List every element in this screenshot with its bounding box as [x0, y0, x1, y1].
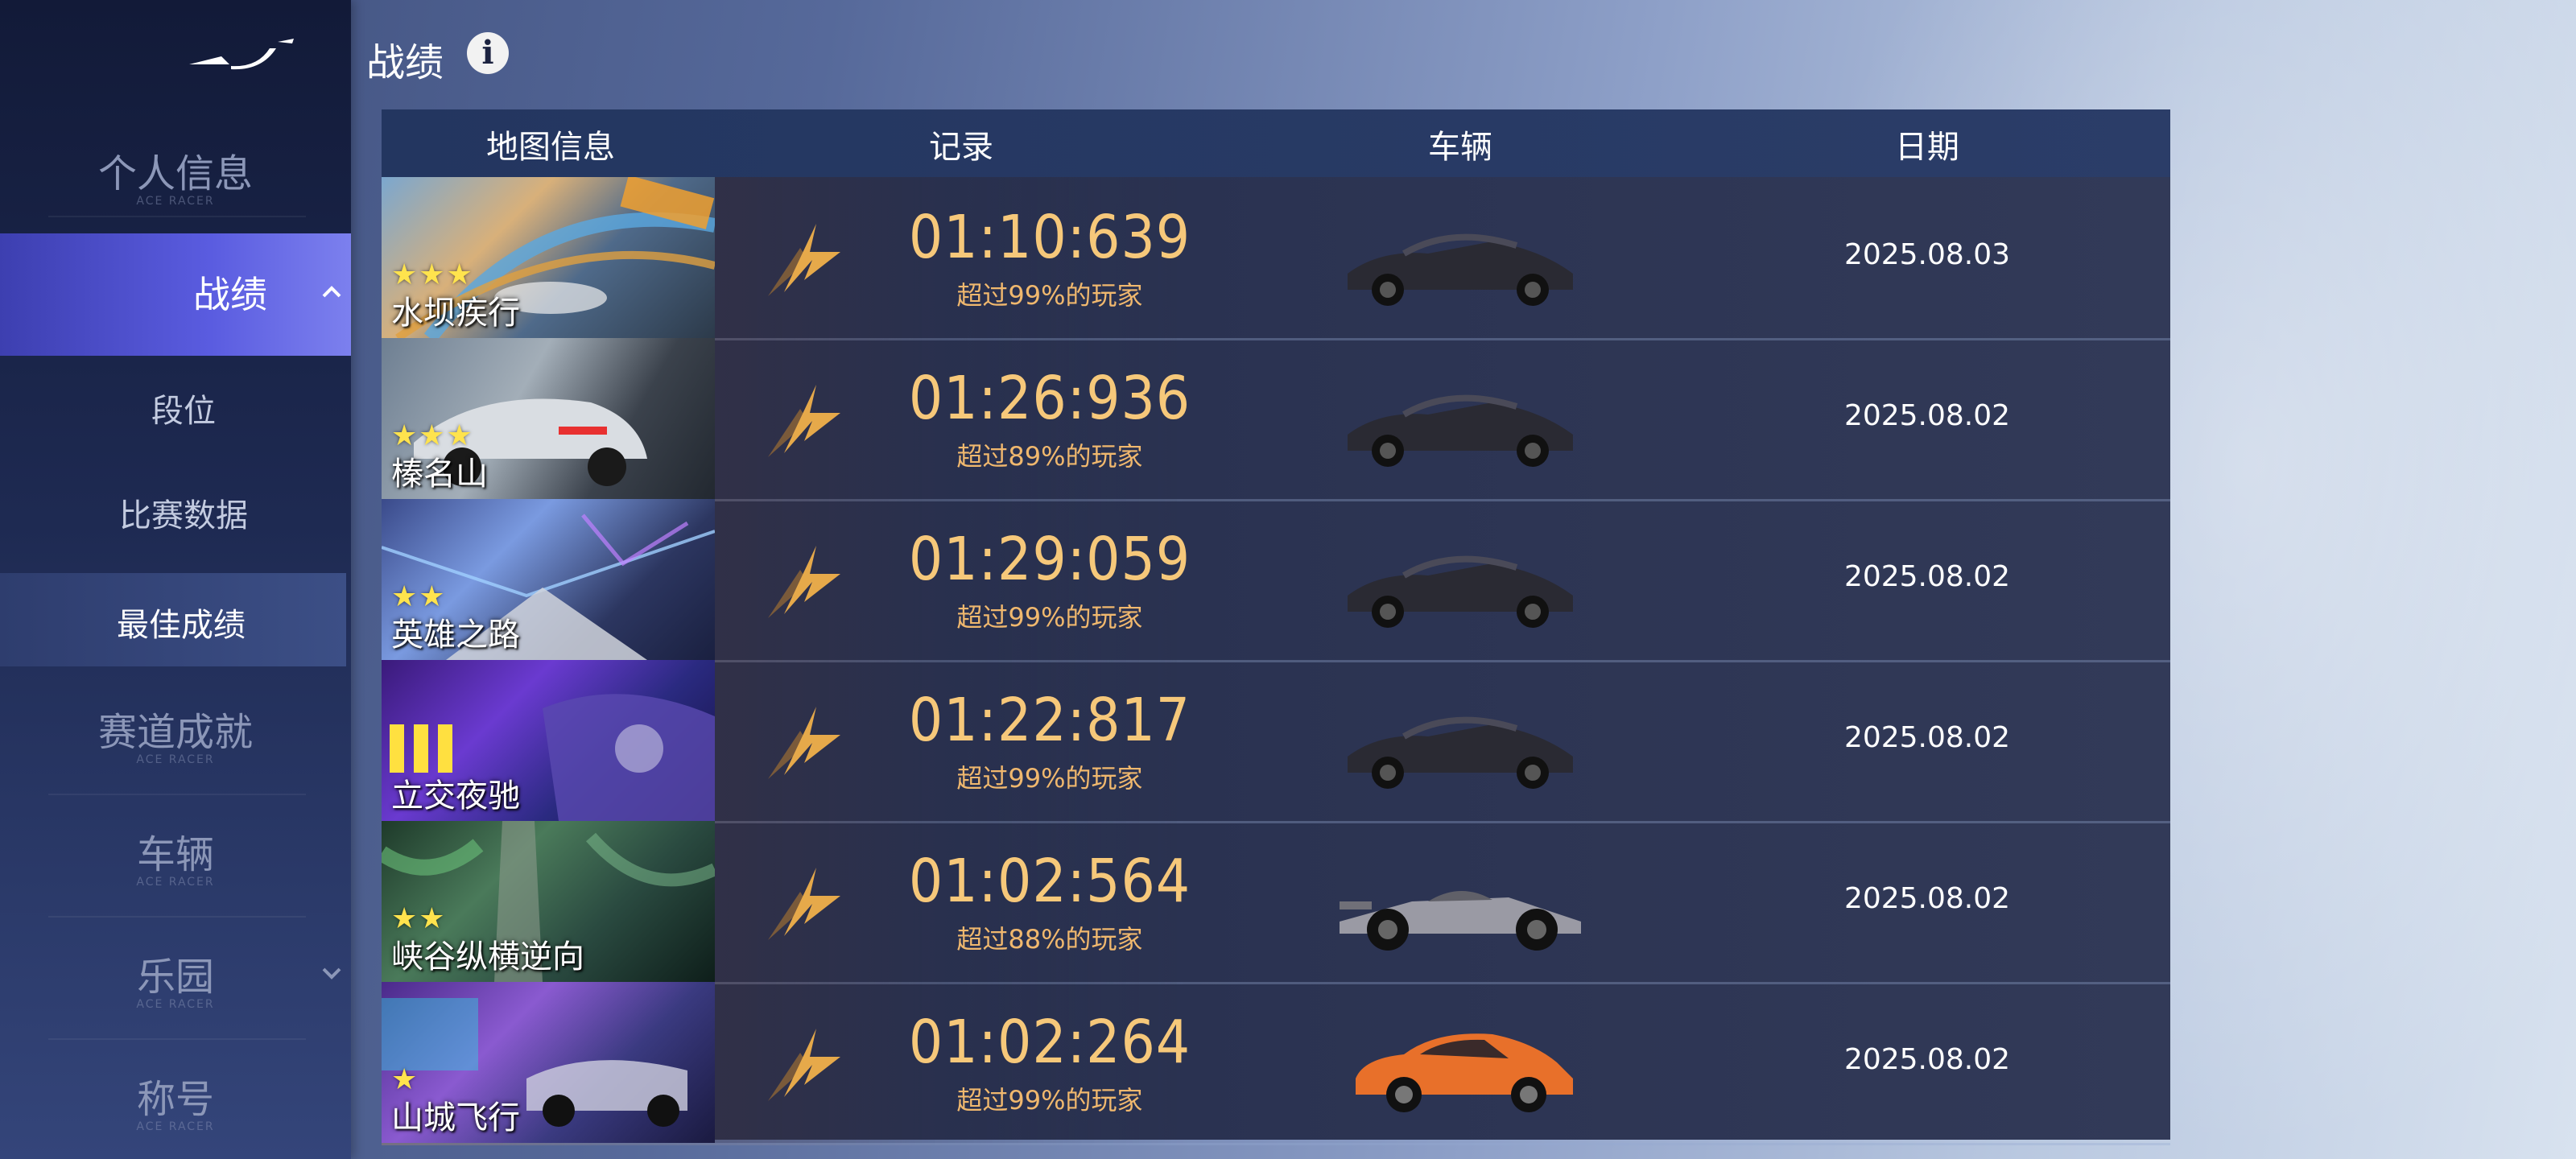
percentile-text: 超过88%的玩家: [956, 924, 1143, 955]
rank-badge-icon: [768, 224, 840, 296]
table-row[interactable]: ★★★ 榛名山 01:26:936 超过89%的玩家 2025.08.02: [382, 338, 2170, 501]
percentile-text: 超过99%的玩家: [956, 763, 1143, 794]
rank-badge-icon: [768, 546, 840, 618]
nav-item-subtitle: ACE RACER: [136, 1120, 215, 1133]
subnav-item-rank[interactable]: 段位: [0, 385, 351, 431]
track-name: 榛名山: [391, 456, 488, 493]
lap-time: 01:22:817: [908, 686, 1191, 755]
black-hypercar-icon: [1348, 394, 1573, 467]
record-date: 2025.08.02: [1843, 560, 2011, 593]
track-name: 水坝疾行: [391, 295, 520, 332]
track-thumbnail: ★ 山城飞行: [382, 982, 715, 1143]
nav-divider: [48, 916, 306, 918]
column-header-map: 地图信息: [486, 129, 615, 166]
nav-item-subtitle: ACE RACER: [136, 753, 215, 766]
nav-item-subtitle: ACE RACER: [136, 998, 215, 1011]
chevron-up-icon: [322, 286, 341, 298]
track-name: 山城飞行: [391, 1099, 520, 1136]
table-row[interactable]: ★★★ 水坝疾行 01:10:639 超过99%的玩家 2025.08.03: [382, 177, 2170, 340]
nav-divider: [48, 1038, 306, 1040]
table-row[interactable]: 立交夜驰 01:22:817 超过99%的玩家 2025.08.02: [382, 660, 2170, 823]
table-header: 地图信息 记录 车辆 日期: [382, 109, 2170, 177]
silver-openwheel-car-icon: [1340, 890, 1581, 951]
rank-badge-icon: [768, 707, 840, 779]
nav-item-label: 个人信息: [97, 151, 253, 196]
track-name: 立交夜驰: [391, 777, 520, 815]
nav-item-titles[interactable]: 称号 ACE RACER: [0, 1067, 351, 1133]
rank-badge-icon: [768, 1029, 840, 1101]
subnav-item-label: 最佳成绩: [117, 607, 246, 644]
nav-item-label: 乐园: [136, 955, 214, 1000]
percentile-text: 超过99%的玩家: [956, 280, 1143, 311]
black-hypercar-icon: [1348, 233, 1573, 306]
subnav-item-best-records[interactable]: 最佳成绩: [0, 573, 346, 666]
game-logo-icon: [189, 39, 294, 70]
percentile-text: 超过99%的玩家: [956, 1085, 1143, 1116]
nav-divider: [48, 794, 306, 795]
track-thumbnail: 立交夜驰: [382, 660, 715, 821]
nav-item-label: 战绩: [193, 273, 267, 316]
track-name: 峡谷纵横逆向: [391, 938, 584, 975]
lap-time: 01:10:639: [908, 203, 1191, 272]
lap-time: 01:29:059: [908, 525, 1191, 594]
record-date: 2025.08.02: [1843, 721, 2011, 754]
table-row[interactable]: ★★ 峡谷纵横逆向 01:02:564 超过88%的玩家 2025.08.02: [382, 821, 2170, 984]
subnav-item-label: 段位: [151, 393, 216, 430]
record-date: 2025.08.02: [1843, 399, 2011, 432]
nav-item-track-achievements[interactable]: 赛道成就 ACE RACER: [0, 700, 351, 766]
page-title: 战绩: [366, 40, 444, 85]
nav-item-records[interactable]: 战绩: [0, 233, 351, 356]
nav-item-label: 赛道成就: [97, 710, 253, 755]
rank-badge-icon: [768, 385, 840, 457]
track-thumbnail: ★★ 峡谷纵横逆向: [382, 821, 715, 982]
table-row[interactable]: ★ 山城飞行 01:02:264 超过99%的玩家 2025.08.02: [382, 982, 2170, 1145]
percentile-text: 超过89%的玩家: [956, 441, 1143, 472]
lap-time: 01:02:564: [908, 847, 1191, 916]
black-hypercar-icon: [1348, 716, 1573, 789]
track-thumbnail: ★★★ 水坝疾行: [382, 177, 715, 338]
sidebar: 个人信息 ACE RACER 战绩 段位 比赛数据 最佳成绩 赛道成就 ACE …: [0, 0, 351, 1159]
nav-item-vehicles[interactable]: 车辆 ACE RACER: [0, 823, 351, 889]
table-row[interactable]: ★★ 英雄之路 01:29:059 超过99%的玩家 2025.08.02: [382, 499, 2170, 662]
percentile-text: 超过99%的玩家: [956, 602, 1143, 633]
record-date: 2025.08.02: [1843, 1043, 2011, 1076]
orange-coupe-icon: [1356, 1033, 1573, 1112]
lap-time: 01:26:936: [908, 364, 1191, 433]
records-table: 地图信息 记录 车辆 日期 ★★★ 水坝疾行 01:10:639 超过99%的玩…: [382, 109, 2170, 1145]
nav-item-subtitle: ACE RACER: [136, 195, 215, 208]
record-date: 2025.08.03: [1843, 238, 2011, 271]
track-thumbnail: ★★ 英雄之路: [382, 499, 715, 660]
column-header-record: 记录: [929, 129, 993, 166]
record-date: 2025.08.02: [1843, 882, 2011, 915]
black-hypercar-icon: [1348, 555, 1573, 628]
nav-item-subtitle: ACE RACER: [136, 876, 215, 889]
rank-badge-icon: [768, 868, 840, 940]
lap-time: 01:02:264: [908, 1008, 1191, 1077]
column-header-date: 日期: [1895, 129, 1959, 166]
info-icon[interactable]: i: [467, 32, 509, 74]
nav-item-label: 车辆: [136, 832, 214, 877]
column-header-vehicle: 车辆: [1428, 129, 1492, 166]
subnav-item-label: 比赛数据: [119, 497, 248, 534]
subnav-item-match-data[interactable]: 比赛数据: [0, 489, 351, 536]
chevron-down-icon[interactable]: [320, 966, 343, 982]
nav-item-park[interactable]: 乐园 ACE RACER: [0, 945, 351, 1011]
nav-item-profile[interactable]: 个人信息 ACE RACER: [0, 142, 351, 208]
nav-divider: [48, 216, 306, 217]
track-name: 英雄之路: [391, 617, 520, 654]
track-thumbnail: ★★★ 榛名山: [382, 338, 715, 499]
nav-item-label: 称号: [136, 1077, 214, 1122]
